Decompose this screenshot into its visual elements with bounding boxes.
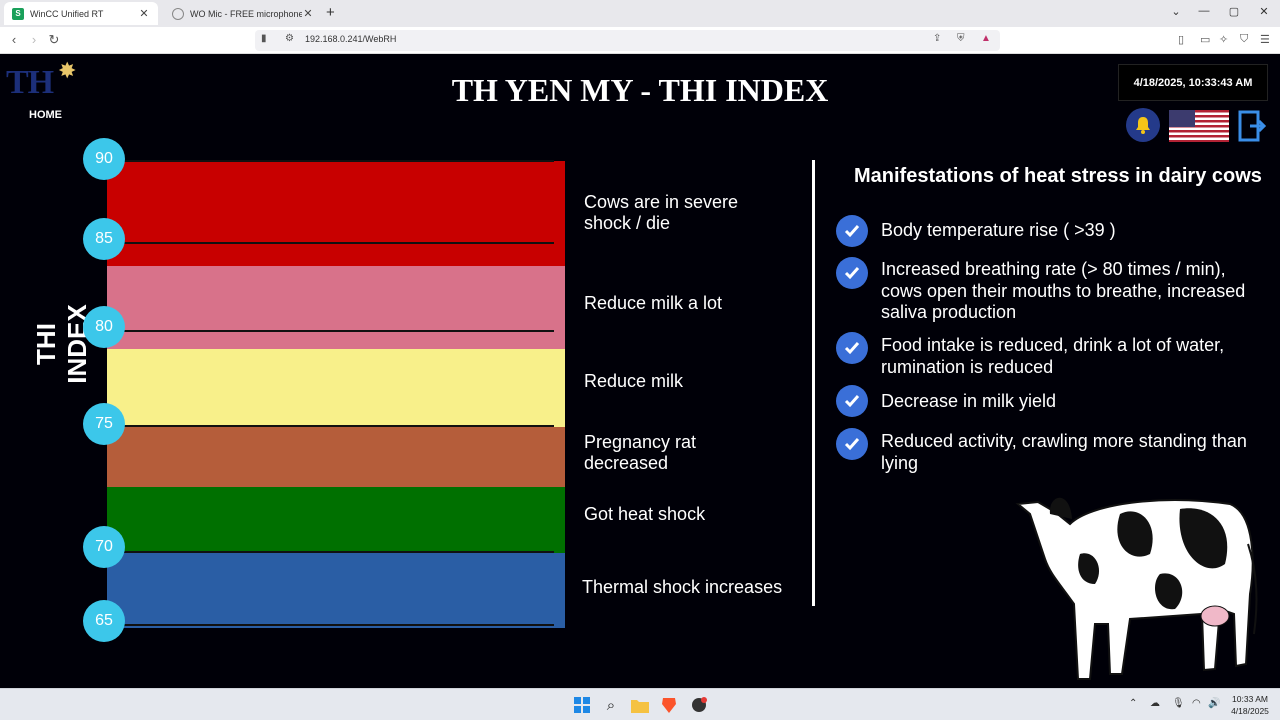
url-text: 192.168.0.241/WebRH xyxy=(305,34,397,44)
close-icon[interactable]: ✕ xyxy=(138,7,150,20)
bookmark-icon[interactable]: ▮ xyxy=(261,33,267,44)
threshold-line-80 xyxy=(110,330,554,332)
threshold-line-70 xyxy=(110,551,554,553)
minimize-icon[interactable]: — xyxy=(1196,5,1212,17)
ai-icon[interactable]: ✧ xyxy=(1219,33,1228,46)
search-icon[interactable]: ⌕ xyxy=(601,695,621,715)
divider xyxy=(812,160,815,606)
close-icon[interactable]: ✕ xyxy=(302,7,314,20)
threshold-line-85 xyxy=(110,242,554,244)
manifestation-item: Body temperature rise ( >39 ) xyxy=(881,220,1116,240)
datetime-display: 4/18/2025, 10:33:43 AM xyxy=(1118,64,1268,101)
file-explorer-icon[interactable] xyxy=(630,695,650,715)
zone-thermal-shock xyxy=(107,553,565,628)
browser-toolbar: ‹ › ↻ ▮ ⚙ 192.168.0.241/WebRH ⇪ ⛨ ▲ ▯ ▭ … xyxy=(0,27,1280,54)
share-icon[interactable]: ⇪ xyxy=(933,33,941,44)
manifestation-item: Reduced activity, crawling more standing… xyxy=(881,431,1247,473)
manifestation-item: Decrease in milk yield xyxy=(881,391,1057,411)
maximize-icon[interactable]: ▢ xyxy=(1226,5,1242,18)
tab-title: WO Mic - FREE microphone xyxy=(190,8,302,19)
zone-severe xyxy=(107,161,565,266)
tab-list-icon[interactable]: ⌄ xyxy=(1168,5,1184,18)
hmi-page: TH ✸ HOME TH YEN MY - THI INDEX 4/18/202… xyxy=(0,54,1280,688)
check-icon xyxy=(836,332,868,364)
home-label[interactable]: HOME xyxy=(29,109,62,121)
thi-value-85: 85 xyxy=(83,218,125,260)
wifi-icon[interactable]: ◠ xyxy=(1192,698,1201,709)
zone-pregnancy-text: Pregnancy rat decreased xyxy=(584,432,697,473)
check-icon xyxy=(836,385,868,417)
wincc-favicon-icon: S xyxy=(12,7,24,20)
tab-wo-mic[interactable]: WO Mic - FREE microphone ✕ xyxy=(164,2,322,25)
check-icon xyxy=(836,215,868,247)
new-tab-button[interactable]: + xyxy=(326,4,335,21)
zone-pregnancy xyxy=(107,427,565,487)
chevron-up-icon[interactable]: ⌃ xyxy=(1129,698,1137,709)
brave-browser-icon[interactable] xyxy=(659,695,679,715)
vpn-icon[interactable]: ⛉ xyxy=(1240,33,1248,46)
zone-severe-text: Cows are in severe shock / die xyxy=(584,192,739,233)
zone-thermal-shock-text: Thermal shock increases xyxy=(582,577,783,597)
logout-icon[interactable] xyxy=(1236,110,1266,142)
back-icon[interactable]: ‹ xyxy=(6,32,22,47)
address-bar[interactable]: ▮ ⚙ 192.168.0.241/WebRH ⇪ ⛨ ▲ xyxy=(255,30,1000,51)
thi-value-90: 90 xyxy=(83,138,125,180)
shield-icon[interactable]: ⛨ xyxy=(957,33,965,44)
zone-reduce-milk-text: Reduce milk xyxy=(584,371,684,391)
threshold-line-65 xyxy=(110,624,554,626)
cow-illustration xyxy=(1015,497,1258,680)
reload-icon[interactable]: ↻ xyxy=(46,32,62,48)
taskbar: ⌕ ⌃ ☁ 🎙 ◠ 🔊 10:33 AM 4/18/2025 xyxy=(0,688,1280,720)
thi-value-75: 75 xyxy=(83,403,125,445)
manifestations-title: Manifestations of heat stress in dairy c… xyxy=(854,165,1262,187)
cloud-icon[interactable]: ☁ xyxy=(1150,698,1160,709)
windows-start-icon[interactable] xyxy=(572,695,592,715)
threshold-line-75 xyxy=(110,425,554,427)
menu-icon[interactable]: ☰ xyxy=(1260,33,1270,46)
taskbar-clock[interactable]: 10:33 AM 4/18/2025 xyxy=(1222,693,1278,717)
threshold-line-90 xyxy=(110,160,554,162)
globe-icon xyxy=(172,7,184,20)
microphone-icon[interactable]: 🎙 xyxy=(1172,698,1185,709)
wallet-icon[interactable]: ▭ xyxy=(1200,33,1210,46)
clock-date: 4/18/2025 xyxy=(1231,706,1269,716)
us-flag-icon[interactable] xyxy=(1169,110,1229,142)
tab-wincc[interactable]: S WinCC Unified RT ✕ xyxy=(4,2,158,25)
volume-icon[interactable]: 🔊 xyxy=(1208,698,1220,709)
notification-button[interactable] xyxy=(1126,108,1160,142)
page-title: TH YEN MY - THI INDEX xyxy=(451,72,829,108)
thi-value-80: 80 xyxy=(83,306,125,348)
close-window-icon[interactable]: ✕ xyxy=(1256,5,1272,18)
manifestation-item: Food intake is reduced, drink a lot of w… xyxy=(881,335,1225,377)
bell-icon xyxy=(1136,117,1150,134)
thi-value-70: 70 xyxy=(83,526,125,568)
check-icon xyxy=(836,428,868,460)
zone-reduce-milk-lot-text: Reduce milk a lot xyxy=(584,293,723,313)
manifestation-item: Increased breathing rate (> 80 times / m… xyxy=(881,259,1246,322)
check-icon xyxy=(836,257,868,289)
clock-time: 10:33 AM xyxy=(1232,694,1268,704)
tab-title: WinCC Unified RT xyxy=(30,8,104,19)
forward-icon[interactable]: › xyxy=(26,32,42,47)
thi-axis-label: THI INDEX xyxy=(31,304,92,384)
app-icon[interactable] xyxy=(689,695,709,715)
browser-tab-bar: S WinCC Unified RT ✕ WO Mic - FREE micro… xyxy=(0,0,1280,27)
sidebar-icon[interactable]: ▯ xyxy=(1178,33,1184,46)
zone-reduce-milk xyxy=(107,349,565,427)
zone-heat-shock-text: Got heat shock xyxy=(584,504,706,524)
zone-reduce-milk-lot xyxy=(107,266,565,349)
thi-value-65: 65 xyxy=(83,600,125,642)
site-info-icon[interactable]: ⚙ xyxy=(285,33,294,44)
zone-heat-shock xyxy=(107,487,565,553)
rewards-icon[interactable]: ▲ xyxy=(981,33,991,44)
